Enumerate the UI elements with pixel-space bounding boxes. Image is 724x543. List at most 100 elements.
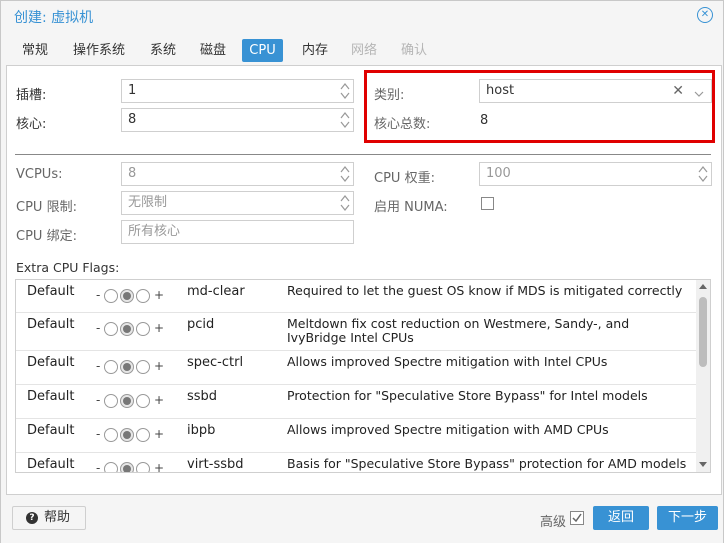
grid-scrollbar[interactable] (696, 280, 710, 472)
minus-label: - (96, 427, 101, 441)
radio-default[interactable] (120, 289, 134, 303)
radio-on[interactable] (136, 360, 150, 374)
spinner-icon[interactable] (698, 164, 708, 184)
cpu-limit-value: 无限制 (128, 195, 168, 210)
cpu-limit-label: CPU 限制: (16, 200, 77, 215)
spinner-icon[interactable] (340, 110, 350, 130)
create-vm-dialog: 创建: 虚拟机 ✕ 常规 操作系统 系统 磁盘 CPU 内存 网络 确认 插槽:… (0, 0, 724, 543)
spinner-icon[interactable] (340, 164, 350, 184)
flag-state: Default (27, 355, 75, 370)
radio-off[interactable] (104, 462, 118, 472)
radio-off[interactable] (104, 428, 118, 442)
plus-label: + (154, 393, 165, 407)
plus-label: + (154, 461, 165, 473)
cores-value: 8 (128, 112, 137, 127)
flags-title: Extra CPU Flags: (16, 260, 120, 275)
flag-state: Default (27, 317, 75, 332)
total-cores-value: 8 (480, 113, 489, 128)
help-button[interactable]: ? 帮助 (12, 506, 86, 530)
cores-field[interactable]: 8 (121, 108, 354, 132)
flag-description: Basis for "Speculative Store Bypass" pro… (287, 456, 687, 471)
flag-description: Allows improved Spectre mitigation with … (287, 422, 609, 437)
cpu-type-select[interactable]: host ✕ (479, 79, 712, 103)
minus-label: - (96, 288, 101, 302)
tab-system[interactable]: 系统 (143, 39, 183, 62)
tab-general[interactable]: 常规 (15, 39, 55, 62)
flag-description: Allows improved Spectre mitigation with … (287, 354, 608, 369)
sockets-field[interactable]: 1 (121, 79, 354, 103)
flag-name: pcid (187, 317, 215, 332)
minus-label: - (96, 393, 101, 407)
numa-label: 启用 NUMA: (374, 200, 448, 215)
help-label: 帮助 (44, 510, 71, 525)
section-divider (15, 154, 711, 155)
vcpus-label: VCPUs: (16, 167, 63, 182)
radio-on[interactable] (136, 462, 150, 472)
scroll-thumb[interactable] (699, 297, 707, 367)
flag-state: Default (27, 284, 75, 299)
spinner-icon[interactable] (340, 81, 350, 101)
tab-bar: 常规 操作系统 系统 磁盘 CPU 内存 网络 确认 (1, 37, 723, 65)
flags-grid: Default - + md-clear Required to let the gue… (15, 279, 711, 473)
dialog-title: 创建: 虚拟机 (14, 10, 94, 26)
radio-default[interactable] (120, 322, 134, 336)
back-button[interactable]: 返回 (593, 506, 649, 530)
advanced-label: 高级 (540, 515, 567, 530)
radio-off[interactable] (104, 394, 118, 408)
radio-on[interactable] (136, 289, 150, 303)
minus-label: - (96, 461, 101, 473)
flag-row: Default - + ssbd Protection for "Speculative… (16, 385, 696, 419)
scroll-up-icon (699, 284, 707, 289)
flag-state: Default (27, 423, 75, 438)
sockets-label: 插槽: (16, 88, 47, 103)
chevron-down-icon[interactable] (694, 85, 704, 107)
flag-state: Default (27, 457, 75, 472)
flag-row: Default - + virt-ssbd Basis for "Speculative… (16, 453, 696, 473)
radio-off[interactable] (104, 289, 118, 303)
radio-off[interactable] (104, 360, 118, 374)
plus-label: + (154, 427, 165, 441)
flag-state: Default (27, 389, 75, 404)
type-label: 类别: (374, 88, 405, 103)
advanced-checkbox[interactable] (570, 511, 584, 525)
flag-description: Required to let the guest OS know if MDS… (287, 283, 683, 298)
scroll-down-icon (699, 462, 707, 467)
tab-network: 网络 (350, 43, 377, 58)
tab-cpu[interactable]: CPU (242, 39, 283, 62)
flag-row: Default - + md-clear Required to let the gue… (16, 280, 696, 313)
cpu-weight-label: CPU 权重: (374, 171, 435, 186)
radio-default[interactable] (120, 462, 134, 472)
radio-on[interactable] (136, 322, 150, 336)
flag-name: ibpb (187, 423, 216, 438)
flag-description: Meltdown fix cost reduction on Westmere,… (287, 316, 630, 345)
radio-off[interactable] (104, 322, 118, 336)
plus-label: + (154, 321, 165, 335)
spinner-icon[interactable] (340, 193, 350, 213)
cpu-affinity-placeholder: 所有核心 (128, 224, 181, 239)
flag-name: virt-ssbd (187, 457, 244, 472)
cpu-limit-field[interactable]: 无限制 (121, 191, 354, 215)
tab-confirm: 确认 (400, 43, 427, 58)
vcpus-field[interactable]: 8 (121, 162, 354, 186)
radio-default[interactable] (120, 428, 134, 442)
radio-default[interactable] (120, 360, 134, 374)
clear-icon[interactable]: ✕ (672, 80, 684, 102)
radio-on[interactable] (136, 428, 150, 442)
checkmark-icon (572, 513, 582, 523)
next-button[interactable]: 下一步 (657, 506, 718, 530)
tab-memory[interactable]: 内存 (295, 39, 335, 62)
numa-checkbox[interactable] (481, 197, 494, 210)
plus-label: + (154, 359, 165, 373)
cpu-weight-value: 100 (486, 166, 511, 181)
flag-row: Default - + ibpb Allows improved Spectre mit… (16, 419, 696, 453)
flag-row: Default - + spec-ctrl Allows improved Spectr… (16, 351, 696, 385)
tab-os[interactable]: 操作系统 (67, 39, 131, 62)
flag-name: md-clear (187, 284, 245, 299)
cpu-affinity-field[interactable]: 所有核心 (121, 220, 354, 244)
radio-default[interactable] (120, 394, 134, 408)
tab-disk[interactable]: 磁盘 (193, 39, 233, 62)
cpu-weight-field[interactable]: 100 (479, 162, 712, 186)
close-icon[interactable]: ✕ (697, 7, 713, 23)
radio-on[interactable] (136, 394, 150, 408)
dialog-titlebar: 创建: 虚拟机 ✕ (1, 1, 723, 31)
